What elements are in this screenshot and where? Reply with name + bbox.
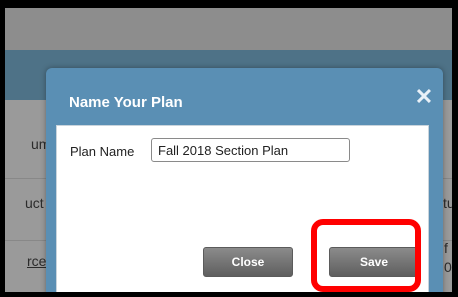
plan-name-label: Plan Name [70,144,135,159]
app-frame: um uct rce tu f 4 0 c Name Your Plan ✕ P… [5,8,452,292]
background-column-text: f 4 [444,240,452,256]
background-column-text: tu [443,195,452,211]
close-icon[interactable]: ✕ [413,86,435,108]
dialog-body: Plan Name Close Save [56,125,429,292]
background-link[interactable]: rce [27,253,46,269]
dialog-title: Name Your Plan [69,94,183,111]
name-plan-dialog: Name Your Plan ✕ Plan Name Close Save [46,68,443,292]
background-column-text: 0 c [444,259,452,275]
plan-name-input[interactable] [151,138,350,162]
background-column-text: uct [25,195,44,211]
save-button[interactable]: Save [329,247,419,277]
close-button[interactable]: Close [203,247,293,277]
